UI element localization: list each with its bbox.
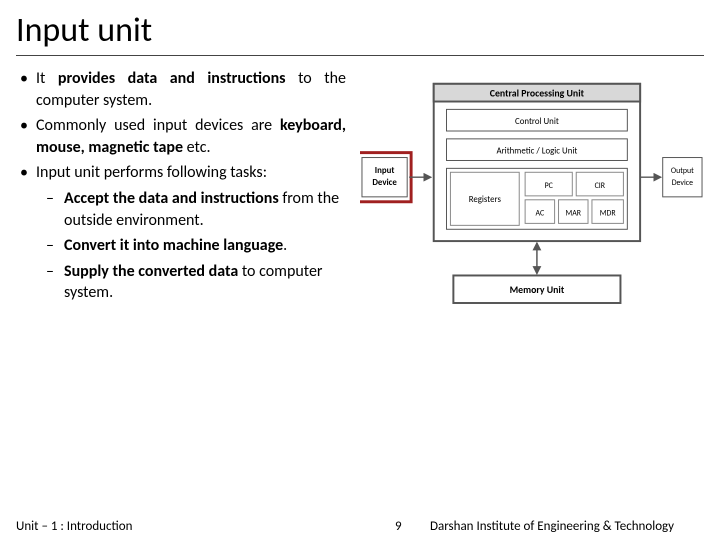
text-bold: provides data and instructions	[45, 69, 285, 88]
diag-input-l1: Input	[375, 166, 395, 176]
diag-mdr-label: MDR	[600, 210, 617, 219]
text: It	[36, 69, 45, 88]
sub-bullet-3: Supply the converted data to computer sy…	[64, 261, 346, 304]
bullet-1: It provides data and instructions to the…	[36, 68, 346, 111]
bullet-2: Commonly used input devices are keyboard…	[36, 115, 346, 158]
bullet-column: It provides data and instructions to the…	[16, 68, 346, 335]
slide-title: Input unit	[16, 10, 704, 56]
footer-page-number: 9	[395, 519, 402, 534]
text: Commonly used input devices are	[36, 116, 280, 135]
footer-unit: Unit – 1 : Introduction	[16, 519, 132, 534]
sub-list: Accept the data and instructions from th…	[36, 188, 346, 304]
diag-input-l2: Device	[372, 178, 397, 188]
sub-bullet-2: Convert it into machine language.	[64, 235, 346, 257]
diag-control-label: Control Unit	[515, 117, 559, 127]
diag-output-l1: Output	[671, 167, 694, 176]
footer: Unit – 1 : Introduction 9 Darshan Instit…	[0, 512, 720, 540]
text: etc.	[183, 138, 210, 157]
bullet-list: It provides data and instructions to the…	[16, 68, 346, 304]
text-bold: Accept the data and instructions	[64, 189, 279, 208]
bullet-3: Input unit performs following tasks: Acc…	[36, 162, 346, 304]
sub-bullet-1: Accept the data and instructions from th…	[64, 188, 346, 231]
diagram-column: Input Device Central Processing Unit Con…	[360, 68, 704, 335]
diag-ac-label: AC	[536, 210, 545, 219]
diag-output-l2: Device	[672, 179, 693, 188]
diag-registers-label: Registers	[469, 195, 502, 205]
text: Input unit performs following tasks:	[36, 163, 267, 182]
text: .	[283, 236, 287, 255]
footer-institute: Darshan Institute of Engineering & Techn…	[430, 519, 674, 534]
content-row: It provides data and instructions to the…	[16, 68, 704, 335]
slide: Input unit It provides data and instruct…	[0, 0, 720, 540]
diag-pc-label: PC	[545, 182, 554, 191]
diag-memory-label: Memory Unit	[510, 284, 565, 296]
diag-cpu-label: Central Processing Unit	[490, 88, 585, 100]
diag-mar-label: MAR	[566, 210, 582, 219]
text-bold: Supply the converted data	[64, 262, 238, 281]
diag-alu-label: Arithmetic / Logic Unit	[497, 147, 578, 157]
text-bold: Convert it into machine language	[64, 236, 283, 255]
cpu-diagram: Input Device Central Processing Unit Con…	[360, 74, 704, 330]
diag-cir-label: CIR	[595, 182, 606, 191]
